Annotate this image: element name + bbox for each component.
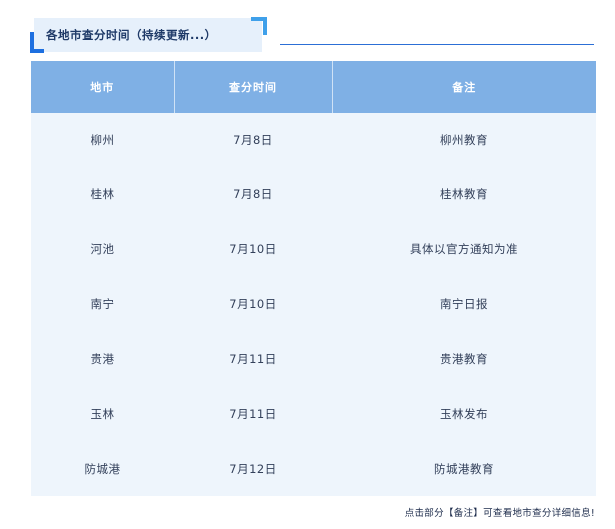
cell-note: 具体以官方通知为准 bbox=[332, 221, 596, 276]
cell-city: 桂林 bbox=[31, 166, 174, 221]
schedule-table: 地市 查分时间 备注 柳州 7月8日 柳州教育 桂林 7月8日 桂林教育 河池 … bbox=[31, 61, 596, 496]
column-header-note: 备注 bbox=[332, 61, 596, 113]
cell-note-link[interactable]: 贵港教育 bbox=[332, 331, 596, 386]
column-header-date: 查分时间 bbox=[174, 61, 333, 113]
cell-city: 防城港 bbox=[31, 441, 174, 496]
table-row: 河池 7月10日 具体以官方通知为准 bbox=[31, 221, 596, 276]
table-row: 玉林 7月11日 玉林发布 bbox=[31, 386, 596, 441]
table-row: 贵港 7月11日 贵港教育 bbox=[31, 331, 596, 386]
column-header-city: 地市 bbox=[31, 61, 175, 113]
table-row: 桂林 7月8日 桂林教育 bbox=[31, 166, 596, 221]
title-corner-left-decoration bbox=[30, 32, 44, 53]
title-corner-right-decoration bbox=[251, 17, 267, 35]
cell-city: 柳州 bbox=[31, 113, 174, 166]
cell-date: 7月10日 bbox=[174, 221, 332, 276]
cell-note-link[interactable]: 柳州教育 bbox=[332, 113, 596, 166]
cell-date: 7月11日 bbox=[174, 331, 332, 386]
cell-date: 7月12日 bbox=[174, 441, 332, 496]
cell-date: 7月11日 bbox=[174, 386, 332, 441]
cell-city: 玉林 bbox=[31, 386, 174, 441]
cell-date: 7月8日 bbox=[174, 113, 332, 166]
section-title: 各地市查分时间（持续更新...） bbox=[46, 28, 217, 42]
cell-note-link[interactable]: 防城港教育 bbox=[332, 441, 596, 496]
cell-city: 南宁 bbox=[31, 276, 174, 331]
cell-note-link[interactable]: 桂林教育 bbox=[332, 166, 596, 221]
footnote-hint: 点击部分【备注】可查看地市查分详细信息! bbox=[404, 508, 595, 519]
cell-note-link[interactable]: 玉林发布 bbox=[332, 386, 596, 441]
title-underline-divider bbox=[280, 44, 594, 45]
cell-city: 河池 bbox=[31, 221, 174, 276]
table-row: 防城港 7月12日 防城港教育 bbox=[31, 441, 596, 496]
table-row: 南宁 7月10日 南宁日报 bbox=[31, 276, 596, 331]
section-title-box: 各地市查分时间（持续更新...） bbox=[34, 18, 262, 52]
cell-city: 贵港 bbox=[31, 331, 174, 386]
cell-date: 7月10日 bbox=[174, 276, 332, 331]
cell-note-link[interactable]: 南宁日报 bbox=[332, 276, 596, 331]
table-row: 柳州 7月8日 柳州教育 bbox=[31, 113, 596, 166]
cell-date: 7月8日 bbox=[174, 166, 332, 221]
table-header-row: 地市 查分时间 备注 bbox=[31, 61, 596, 113]
